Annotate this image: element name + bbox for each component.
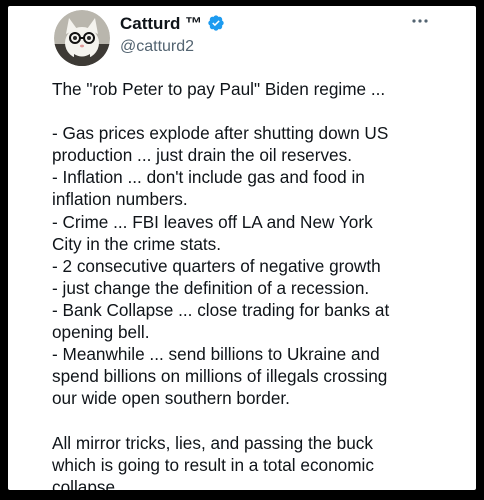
tweet-line: spend billions on millions of illegals c… — [52, 366, 388, 387]
author-name[interactable]: Catturd ™ — [120, 14, 225, 37]
tweet-line: opening bell. — [52, 322, 150, 343]
tweet-line: - Bank Collapse ... close trading for ba… — [52, 299, 390, 320]
screenshot-frame: Catturd ™ @catturd2 The "rob Peter to pa… — [0, 0, 484, 500]
author-name-text[interactable]: Catturd ™ — [120, 14, 202, 33]
tweet-line: inflation numbers. — [52, 189, 188, 210]
more-options-icon[interactable] — [408, 12, 432, 30]
tweet-line: All mirror tricks, lies, and passing the… — [52, 432, 373, 453]
verified-badge-icon — [207, 14, 225, 37]
author-handle[interactable]: @catturd2 — [120, 38, 194, 56]
tweet-text: The "rob Peter to pay Paul" Biden regime… — [52, 78, 472, 490]
tweet-line: - 2 consecutive quarters of negative gro… — [52, 255, 381, 276]
tweet-line: which is going to result in a total econ… — [52, 454, 374, 475]
tweet-card: Catturd ™ @catturd2 The "rob Peter to pa… — [8, 6, 476, 490]
tweet-line: City in the crime stats. — [52, 233, 222, 254]
tweet-line: The "rob Peter to pay Paul" Biden regime… — [52, 79, 386, 99]
tweet-line: - Meanwhile ... send billions to Ukraine… — [52, 344, 380, 365]
tweet-line: - Gas prices explode after shutting down… — [52, 123, 389, 144]
cat-avatar-icon — [54, 10, 110, 66]
tweet-line: - just change the definition of a recess… — [52, 277, 370, 298]
tweet-line: our wide open southern border. — [52, 388, 290, 409]
tweet-line: - Crime ... FBI leaves off LA and New Yo… — [52, 211, 373, 232]
tweet-line: production ... just drain the oil reserv… — [52, 145, 352, 166]
avatar[interactable] — [54, 10, 110, 66]
tweet-line: collapse. — [52, 476, 120, 490]
tweet-line: - Inflation ... don't include gas and fo… — [52, 167, 365, 188]
